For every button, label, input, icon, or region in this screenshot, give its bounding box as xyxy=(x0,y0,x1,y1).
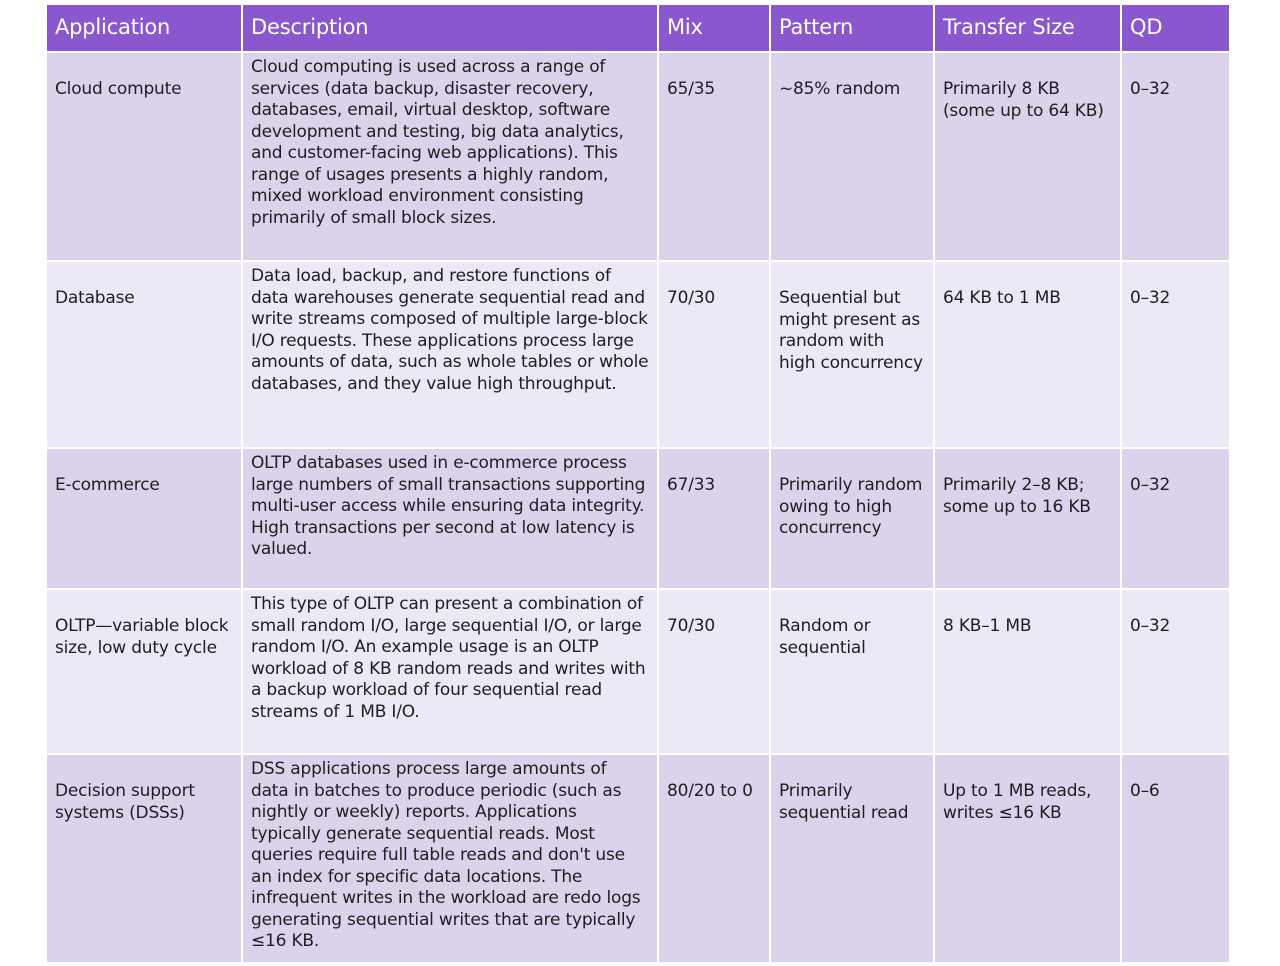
cell-transfer-size: Primarily 8 KB (some up to 64 KB) xyxy=(933,51,1122,262)
transfer-size-text: Up to 1 MB reads, writes ≤16 KB xyxy=(943,781,1092,823)
pattern-text: Primarily random owing to high concurren… xyxy=(779,475,923,538)
table-row: Decision support systems (DSSs) DSS appl… xyxy=(45,753,1231,964)
cell-transfer-size: 64 KB to 1 MB xyxy=(933,260,1122,449)
application-text: Decision support systems (DSSs) xyxy=(55,781,195,823)
cell-pattern: Random or sequential xyxy=(769,588,935,755)
header-description: Description xyxy=(241,3,659,53)
cell-description: Cloud computing is used across a range o… xyxy=(241,51,659,262)
mix-text: 67/33 xyxy=(667,475,715,495)
cell-qd: 0–32 xyxy=(1120,447,1231,590)
cell-description: This type of OLTP can present a combinat… xyxy=(241,588,659,755)
header-pattern: Pattern xyxy=(769,3,935,53)
qd-text: 0–32 xyxy=(1130,79,1171,99)
cell-mix: 70/30 xyxy=(657,260,771,449)
table-row: Cloud compute Cloud computing is used ac… xyxy=(45,51,1231,262)
qd-text: 0–32 xyxy=(1130,288,1171,308)
cell-transfer-size: Up to 1 MB reads, writes ≤16 KB xyxy=(933,753,1122,964)
table-row: OLTP—variable block size, low duty cycle… xyxy=(45,588,1231,755)
cell-transfer-size: 8 KB–1 MB xyxy=(933,588,1122,755)
cell-application: Decision support systems (DSSs) xyxy=(45,753,243,964)
cell-pattern: ~85% random xyxy=(769,51,935,262)
table-body: Cloud compute Cloud computing is used ac… xyxy=(45,51,1231,964)
cell-qd: 0–6 xyxy=(1120,753,1231,964)
mix-text: 70/30 xyxy=(667,288,715,308)
cell-application: E-commerce xyxy=(45,447,243,590)
cell-transfer-size: Primarily 2–8 KB; some up to 16 KB xyxy=(933,447,1122,590)
pattern-text: Primarily sequential read xyxy=(779,781,909,823)
header-row: Application Description Mix Pattern Tran… xyxy=(45,3,1231,53)
application-text: Cloud compute xyxy=(55,79,182,99)
cell-qd: 0–32 xyxy=(1120,51,1231,262)
cell-qd: 0–32 xyxy=(1120,588,1231,755)
table-row: E-commerce OLTP databases used in e-comm… xyxy=(45,447,1231,590)
pattern-text: Sequential but might present as random w… xyxy=(779,288,923,373)
mix-text: 70/30 xyxy=(667,616,715,636)
cell-mix: 70/30 xyxy=(657,588,771,755)
qd-text: 0–6 xyxy=(1130,781,1160,801)
header-application: Application xyxy=(45,3,243,53)
cell-description: Data load, backup, and restore functions… xyxy=(241,260,659,449)
transfer-size-text: 64 KB to 1 MB xyxy=(943,288,1061,308)
table-header: Application Description Mix Pattern Tran… xyxy=(45,3,1231,53)
application-text: OLTP—variable block size, low duty cycle xyxy=(55,616,229,658)
transfer-size-text: 8 KB–1 MB xyxy=(943,616,1032,636)
cell-mix: 65/35 xyxy=(657,51,771,262)
header-transfer-size: Transfer Size xyxy=(933,3,1122,53)
transfer-size-text: Primarily 8 KB (some up to 64 KB) xyxy=(943,79,1104,121)
header-qd: QD xyxy=(1120,3,1231,53)
pattern-text: Random or sequential xyxy=(779,616,871,658)
cell-application: OLTP—variable block size, low duty cycle xyxy=(45,588,243,755)
workload-table: Application Description Mix Pattern Tran… xyxy=(45,3,1231,964)
description-text: OLTP databases used in e-commerce proces… xyxy=(251,453,646,559)
cell-application: Cloud compute xyxy=(45,51,243,262)
cell-mix: 67/33 xyxy=(657,447,771,590)
qd-text: 0–32 xyxy=(1130,475,1171,495)
cell-qd: 0–32 xyxy=(1120,260,1231,449)
description-text: Cloud computing is used across a range o… xyxy=(251,57,624,228)
description-text: Data load, backup, and restore functions… xyxy=(251,266,649,394)
mix-text: 65/35 xyxy=(667,79,715,99)
table-row: Database Data load, backup, and restore … xyxy=(45,260,1231,449)
pattern-text: ~85% random xyxy=(779,79,901,99)
transfer-size-text: Primarily 2–8 KB; some up to 16 KB xyxy=(943,475,1091,517)
cell-description: OLTP databases used in e-commerce proces… xyxy=(241,447,659,590)
cell-pattern: Primarily sequential read xyxy=(769,753,935,964)
cell-mix: 80/20 to 0 xyxy=(657,753,771,964)
cell-pattern: Sequential but might present as random w… xyxy=(769,260,935,449)
description-text: This type of OLTP can present a combinat… xyxy=(251,594,646,722)
application-text: E-commerce xyxy=(55,475,160,495)
application-text: Database xyxy=(55,288,135,308)
cell-description: DSS applications process large amounts o… xyxy=(241,753,659,964)
cell-application: Database xyxy=(45,260,243,449)
description-text: DSS applications process large amounts o… xyxy=(251,759,641,951)
qd-text: 0–32 xyxy=(1130,616,1171,636)
cell-pattern: Primarily random owing to high concurren… xyxy=(769,447,935,590)
mix-text: 80/20 to 0 xyxy=(667,781,753,801)
header-mix: Mix xyxy=(657,3,771,53)
